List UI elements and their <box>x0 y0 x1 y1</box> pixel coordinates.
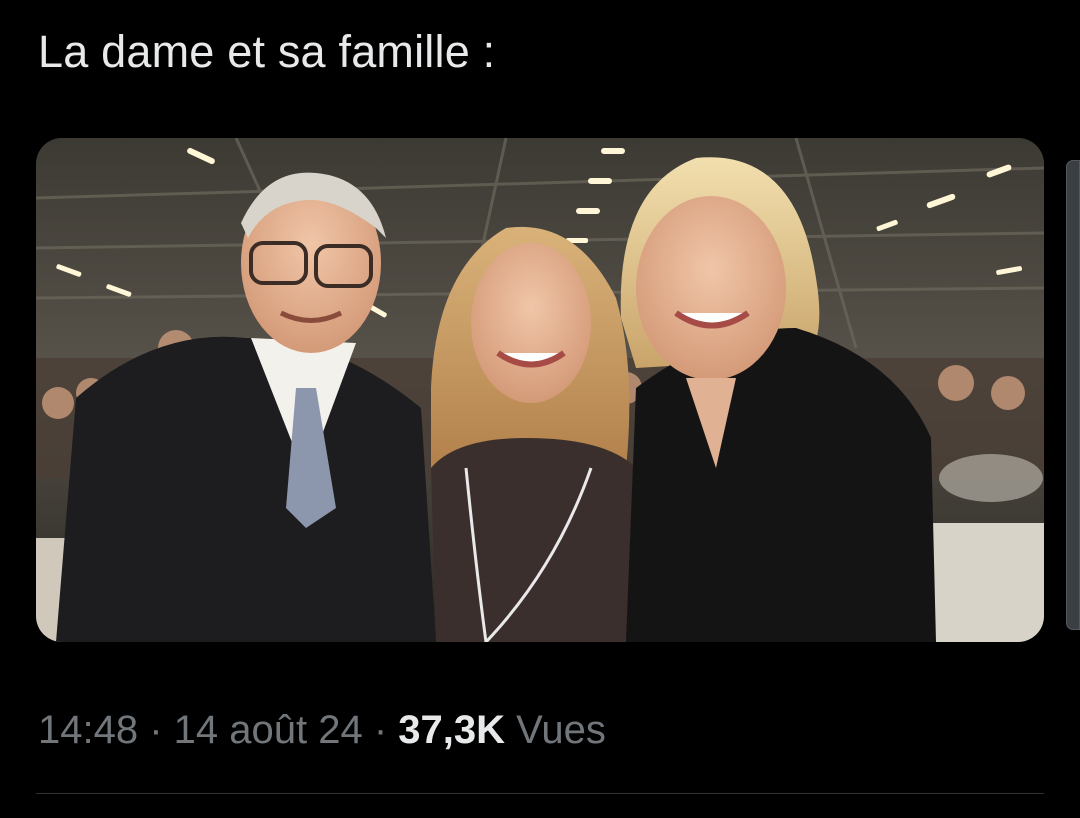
timestamp-date[interactable]: 14 août 24 <box>174 708 363 752</box>
timestamp-time[interactable]: 14:48 <box>38 708 138 752</box>
tweet-photo[interactable] <box>36 138 1044 642</box>
person-middle <box>431 226 636 642</box>
views-label: Vues <box>505 708 606 752</box>
separator-dot: · <box>362 708 399 752</box>
tweet-meta: 14:48 · 14 août 24 · 37,3K Vues <box>38 706 606 754</box>
silver-bowl <box>939 454 1043 502</box>
photo-illustration <box>36 138 1044 642</box>
views-count[interactable]: 37,3K <box>398 708 505 752</box>
counter <box>931 523 1044 642</box>
tweet-text: La dame et sa famille : <box>38 26 496 77</box>
separator-dot: · <box>138 708 174 752</box>
scrollbar-thumb[interactable] <box>1066 160 1080 630</box>
divider <box>36 793 1044 794</box>
